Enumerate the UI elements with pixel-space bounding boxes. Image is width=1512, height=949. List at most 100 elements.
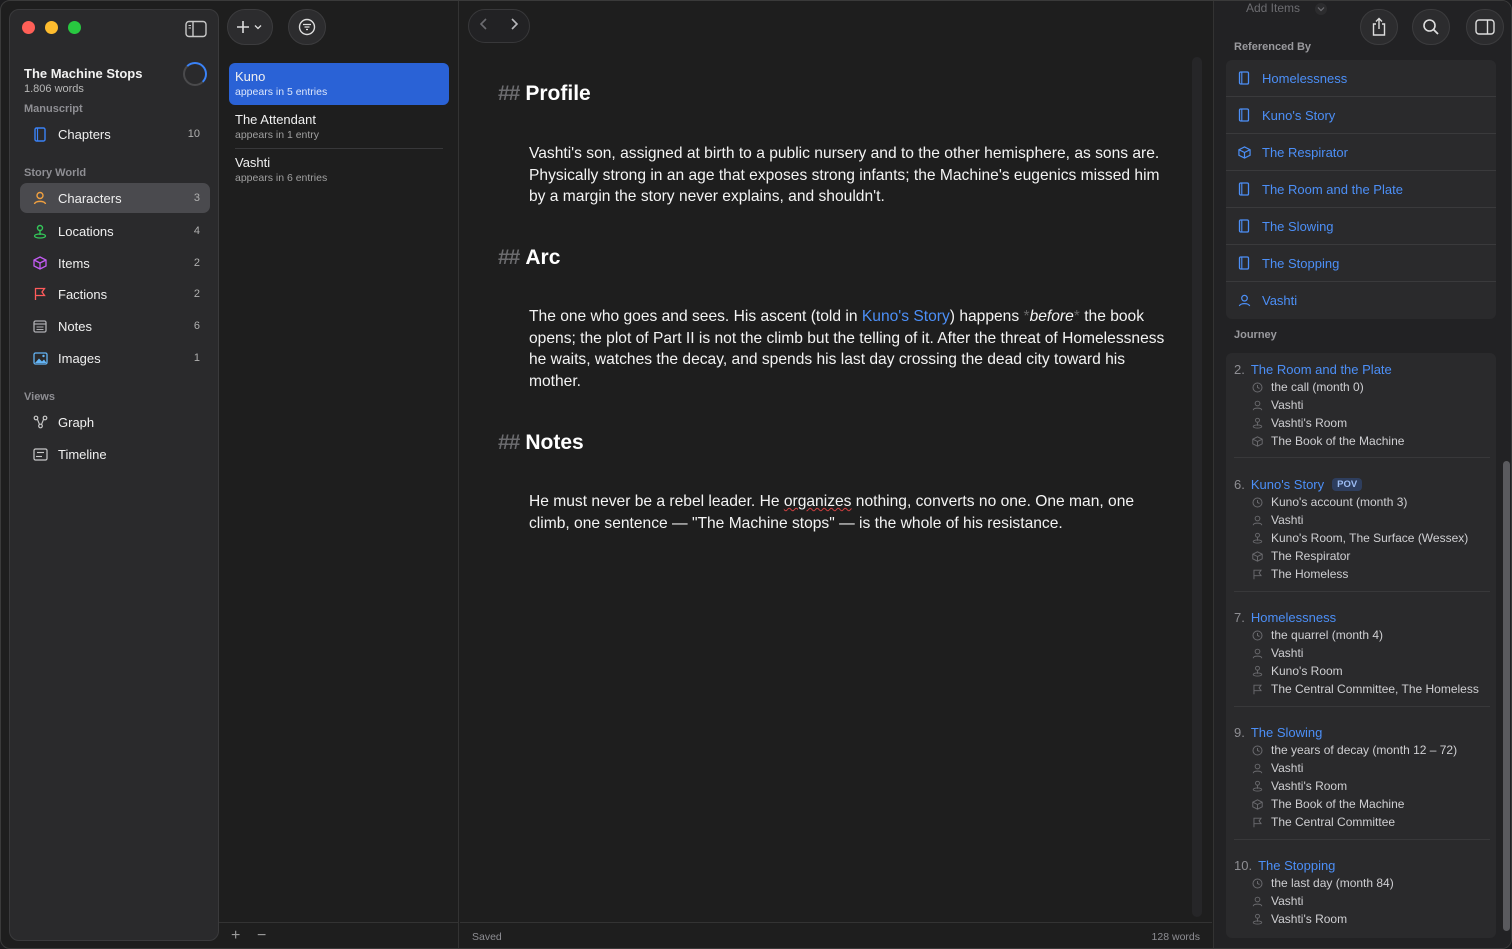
journey-entry: 9. The Slowing the years of decay (month … [1234,724,1494,831]
sidebar-item-graph[interactable]: Graph [20,407,210,437]
heading-text: Profile [525,82,591,105]
filter-button[interactable] [288,9,326,45]
journey-faction: The Central Committee [1234,813,1494,831]
sidebar-item-locations[interactable]: Locations 4 [20,216,210,246]
notes-paragraph[interactable]: He must never be a rebel leader. He orga… [529,491,1169,534]
close-window-button[interactable] [22,21,35,34]
list-item-subtitle: appears in 5 entries [235,86,328,98]
cube-icon [1252,550,1264,562]
add-items-label: Add Items [1246,1,1301,15]
list-item-name: The Attendant [235,112,316,127]
reference-item[interactable]: Kuno's Story [1226,97,1496,134]
kunos-story-link[interactable]: Kuno's Story [862,308,950,325]
sidebar-item-label: Locations [58,223,114,239]
divider [1234,706,1490,707]
reference-item[interactable]: Vashti [1226,282,1496,319]
book-icon [1238,71,1252,85]
reference-item[interactable]: The Slowing [1226,208,1496,245]
heading-profile[interactable]: ## Profile [498,82,591,106]
remove-entry-button[interactable]: − [257,927,266,945]
journey-entry: 10. The Stopping the last day (month 84) … [1234,857,1494,928]
list-item[interactable]: Vashti appears in 6 entries [229,149,449,191]
sidebar-item-timeline[interactable]: Timeline [20,439,210,469]
flag-icon [1252,816,1264,828]
person-icon [32,190,48,206]
reference-label: Kuno's Story [1262,107,1336,123]
person-icon [1252,399,1264,411]
inspector-toggle-button[interactable] [1466,9,1504,45]
journey-item: The Book of the Machine [1234,795,1494,813]
reference-item[interactable]: The Room and the Plate [1226,171,1496,208]
journey-location: Vashti's Room [1234,910,1494,928]
sidebar-item-label: Items [58,255,90,271]
journey-entry: 7. Homelessness the quarrel (month 4) Vas… [1234,609,1494,698]
journey-chapter-link[interactable]: 6. Kuno's Story POV [1234,476,1494,493]
sidebar-item-characters[interactable]: Characters 3 [20,183,210,213]
journey-chapter-link[interactable]: 7. Homelessness [1234,609,1494,626]
minimize-window-button[interactable] [45,21,58,34]
clock-icon [1252,629,1264,641]
chevron-left-icon [479,17,487,30]
journey-line-text: Kuno's account (month 3) [1271,495,1408,509]
image-icon [32,350,48,366]
reference-item[interactable]: The Respirator [1226,134,1496,171]
reference-item[interactable]: Homelessness [1226,60,1496,97]
journey-line-text: Kuno's Room, The Surface (Wessex) [1271,531,1469,545]
share-button[interactable] [1360,9,1398,45]
journey-entry: 6. Kuno's Story POV Kuno's account (month … [1234,476,1494,583]
journey-chapter-link[interactable]: 2. The Room and the Plate [1234,361,1494,378]
chevron-down-icon [1315,2,1328,15]
chapter-title: The Stopping [1258,858,1336,873]
sidebar-item-factions[interactable]: Factions 2 [20,279,210,309]
back-button[interactable] [479,17,489,36]
chapter-number: 6. [1234,477,1245,492]
share-icon [1372,17,1386,36]
sidebar-item-images[interactable]: Images 1 [20,343,210,373]
list-item[interactable]: Kuno appears in 5 entries [229,63,449,105]
sidebar-toggle-icon[interactable] [185,20,207,38]
journey-time: the call (month 0) [1234,378,1494,396]
sidebar-item-notes[interactable]: Notes 6 [20,311,210,341]
journey-chapter-link[interactable]: 9. The Slowing [1234,724,1494,741]
book-icon [1238,256,1252,270]
add-entry-menu-button[interactable] [227,9,273,45]
editor-pane: ## Profile Vashti's son, assigned at birt… [460,1,1212,948]
misspelled-word[interactable]: organizes [784,493,852,510]
chapter-number: 7. [1234,610,1245,625]
navigation-buttons [468,9,530,43]
heading-notes[interactable]: ## Notes [498,431,584,455]
journey-location: Kuno's Room, The Surface (Wessex) [1234,529,1494,547]
inspector-scrollbar[interactable] [1503,461,1510,931]
arc-paragraph[interactable]: The one who goes and sees. His ascent (t… [529,306,1169,393]
journey-location: Vashti's Room [1234,414,1494,432]
app-window: The Machine Stops 1.806 words Manuscript… [0,0,1512,949]
add-entry-button[interactable]: + [231,927,240,945]
profile-paragraph[interactable]: Vashti's son, assigned at birth to a pub… [529,143,1169,208]
sidebar-item-chapters[interactable]: Chapters 10 [20,119,210,149]
journey-entry: 2. The Room and the Plate the call (month… [1234,361,1494,450]
journey-line-text: The Central Committee, The Homeless [1271,682,1479,696]
person-icon [1252,514,1264,526]
cube-icon [32,255,48,271]
reference-item[interactable]: The Stopping [1226,245,1496,282]
search-button[interactable] [1412,9,1450,45]
heading-arc[interactable]: ## Arc [498,246,560,270]
journey-line-text: The Central Committee [1271,815,1396,829]
list-item[interactable]: The Attendant appears in 1 entry [229,106,449,148]
sidebar-item-items[interactable]: Items 2 [20,248,210,278]
zoom-window-button[interactable] [68,21,81,34]
journey-line-text: Kuno's Room [1271,664,1343,678]
italic-run: before [1029,308,1074,325]
forward-button[interactable] [509,17,519,36]
journey-line-text: Vashti's Room [1271,779,1348,793]
journey-chapter-link[interactable]: 10. The Stopping [1234,857,1494,874]
pin-icon [1252,417,1264,429]
editor-scrollbar[interactable] [1192,57,1202,917]
add-items-button[interactable]: Add Items [1246,1,1331,15]
journey-line-text: the quarrel (month 4) [1271,628,1384,642]
book-icon [32,126,48,142]
referenced-by-label: Referenced By [1234,41,1312,53]
notes-icon [32,318,48,334]
text-run: ) happens [949,308,1024,325]
book-icon [1238,219,1252,233]
